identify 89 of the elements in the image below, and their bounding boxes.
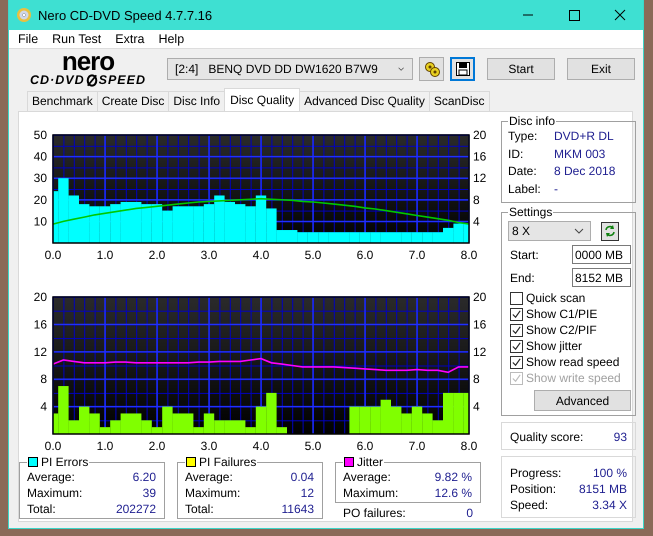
score-value: 93: [614, 429, 627, 445]
stat-label: Total:: [185, 501, 214, 517]
axis-label: 0.0: [44, 439, 62, 452]
stat-value: 12: [300, 485, 314, 501]
stat-value: 12.6 %: [434, 485, 472, 501]
axis-label: 20: [34, 290, 47, 304]
axis-label: 4.0: [252, 248, 270, 261]
axis-label: 7.0: [408, 248, 426, 261]
axis-label: 3.0: [200, 439, 218, 452]
info-label: Label:: [508, 180, 542, 198]
group-title: Jitter: [357, 455, 384, 469]
axis-label: 30: [34, 171, 47, 186]
axis-label: 6.0: [356, 439, 374, 452]
axis-label: 12: [34, 344, 47, 359]
field-label: End:: [510, 270, 535, 284]
checkbox-label: Show C1/PIE: [526, 307, 598, 321]
axis-label: 10: [34, 214, 47, 228]
group-title: Disc info: [509, 114, 556, 128]
info-value: DVD+R DL: [554, 128, 614, 145]
axis-label: 2.0: [148, 248, 166, 261]
axis-label: 40: [34, 150, 47, 164]
stat-value: 0.04: [290, 469, 314, 485]
progress-value: 100 %: [592, 465, 627, 481]
axis-label: 8: [473, 372, 480, 386]
checkbox-label: Quick scan: [526, 291, 586, 305]
axis-label: 8.0: [460, 439, 478, 452]
group-title: PI Failures: [199, 455, 256, 469]
progress-label: Position:: [510, 481, 556, 497]
axis-label: 8.0: [460, 248, 478, 261]
group-title: Settings: [509, 205, 552, 219]
info-label: Type:: [508, 128, 538, 145]
info-value: -: [554, 180, 558, 198]
stat-value: 11643: [282, 501, 314, 517]
progress-label: Progress:: [510, 465, 562, 481]
axis-label: 12: [473, 344, 486, 359]
score-label: Quality score:: [510, 429, 584, 445]
axis-label: 6.0: [356, 248, 374, 261]
stat-value: 39: [142, 485, 156, 501]
stat-label: Average:: [343, 469, 391, 485]
info-value: MKM 003: [554, 146, 606, 162]
axis-label: 1.0: [96, 439, 114, 452]
axis-label: 3.0: [200, 248, 218, 261]
checkbox-label: Show write speed: [526, 371, 621, 385]
stat-value: 202272: [116, 501, 156, 517]
axis-label: 16: [34, 317, 47, 332]
info-value: 8 Dec 2018: [554, 163, 616, 180]
axis-label: 5.0: [304, 248, 322, 261]
axis-label: 2.0: [148, 439, 166, 452]
axis-label: 20: [34, 192, 47, 207]
axis-label: 12: [473, 171, 486, 186]
axis-label: 16: [473, 150, 486, 164]
checkbox-label: Show read speed: [526, 355, 620, 369]
info-label: Date:: [508, 163, 538, 180]
axis-label: 5.0: [304, 439, 322, 452]
stat-label: Maximum:: [27, 485, 82, 501]
axis-label: 4: [473, 214, 480, 228]
progress-label: Speed:: [510, 497, 548, 513]
progress-value: 3.34 X: [592, 497, 627, 513]
info-label: ID:: [508, 146, 524, 162]
axis-label: 7.0: [408, 439, 426, 452]
stat-label: Total:: [27, 501, 56, 517]
stat-value: 0: [466, 505, 473, 521]
axis-label: 50: [34, 128, 47, 142]
stat-label: Maximum:: [185, 485, 240, 501]
axis-label: 0.0: [44, 248, 62, 261]
axis-label: 8: [40, 372, 47, 386]
axis-label: 1.0: [96, 248, 114, 261]
stat-value: 9.82 %: [434, 469, 472, 485]
logo-text: nero: [62, 48, 114, 74]
logo-text: SPEED: [98, 74, 146, 86]
stat-label: Average:: [27, 469, 75, 485]
logo-text: CD·DVD: [30, 74, 85, 86]
axis-label: 20: [473, 290, 486, 304]
group-title: PI Errors: [41, 455, 88, 469]
checkbox-label: Show jitter: [526, 339, 582, 353]
stat-label: Maximum:: [343, 485, 398, 501]
axis-label: 4: [40, 400, 47, 414]
progress-value: 8151 MB: [578, 481, 627, 497]
axis-label: 8: [473, 192, 480, 207]
stat-label: PO failures:: [343, 505, 406, 521]
stat-value: 6.20: [132, 469, 156, 485]
axis-label: 4: [473, 400, 480, 414]
field-label: Start:: [510, 248, 539, 262]
axis-label: 20: [473, 128, 486, 142]
window-title: Nero CD-DVD Speed 4.7.7.16: [38, 8, 212, 22]
stat-label: Average:: [185, 469, 233, 485]
axis-label: 16: [473, 317, 486, 332]
checkbox-label: Show C2/PIF: [526, 323, 597, 337]
axis-label: 4.0: [252, 439, 270, 452]
